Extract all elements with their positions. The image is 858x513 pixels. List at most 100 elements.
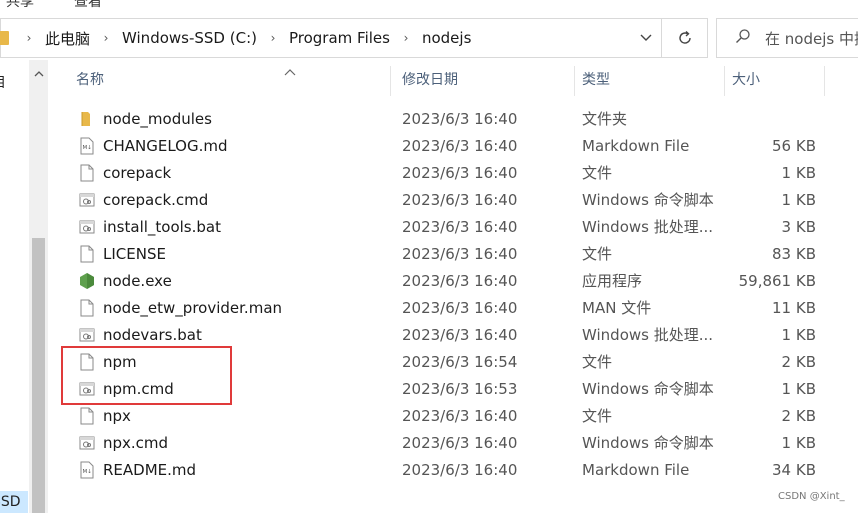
table-row[interactable]: M↓ CHANGELOG.md 2023/6/3 16:40 Markdown … — [60, 133, 858, 160]
file-icon — [79, 245, 95, 263]
file-size: 1 KB — [781, 164, 816, 182]
file-date: 2023/6/3 16:40 — [402, 137, 518, 155]
folder-icon — [0, 31, 9, 45]
chevron-right-icon[interactable]: › — [261, 31, 285, 45]
scrollbar-thumb[interactable] — [32, 238, 45, 513]
menu-view[interactable]: 查看 — [74, 0, 102, 10]
table-row[interactable]: npx 2023/6/3 16:40 文件 2 KB — [60, 403, 858, 430]
file-date: 2023/6/3 16:40 — [402, 326, 518, 344]
column-divider[interactable] — [574, 66, 575, 96]
file-type: 文件 — [582, 245, 613, 263]
file-type: Windows 命令脚本 — [582, 191, 714, 209]
chevron-down-icon[interactable] — [635, 28, 657, 48]
file-size: 11 KB — [772, 299, 816, 317]
file-name: npx — [103, 407, 131, 425]
table-row[interactable]: node_modules 2023/6/3 16:40 文件夹 — [60, 106, 858, 133]
file-name: install_tools.bat — [103, 218, 221, 236]
chevron-right-icon[interactable]: › — [394, 31, 418, 45]
table-row[interactable]: LICENSE 2023/6/3 16:40 文件 83 KB — [60, 241, 858, 268]
file-type: Markdown File — [582, 461, 690, 479]
file-date: 2023/6/3 16:54 — [402, 353, 518, 371]
breadcrumb-item[interactable]: Windows-SSD (C:) — [118, 29, 261, 47]
table-row[interactable]: corepack.cmd 2023/6/3 16:40 Windows 命令脚本… — [60, 187, 858, 214]
file-size: 3 KB — [781, 218, 816, 236]
table-row[interactable]: node.exe 2023/6/3 16:40 应用程序 59,861 KB — [60, 268, 858, 295]
file-date: 2023/6/3 16:40 — [402, 245, 518, 263]
file-size: 56 KB — [772, 137, 816, 155]
file-name: node_etw_provider.man — [103, 299, 283, 317]
search-icon — [735, 28, 751, 48]
scroll-up-icon[interactable] — [29, 66, 48, 82]
menu-share[interactable]: 共享 — [6, 0, 34, 10]
folder-icon — [79, 110, 95, 128]
column-divider[interactable] — [390, 66, 391, 96]
table-row[interactable]: M↓ README.md 2023/6/3 16:40 Markdown Fil… — [60, 457, 858, 484]
file-name: corepack — [103, 164, 172, 182]
file-type: 文件 — [582, 407, 613, 425]
refresh-icon[interactable] — [661, 19, 708, 57]
file-date: 2023/6/3 16:40 — [402, 164, 518, 182]
navigation-pane: 目 SSD — [0, 60, 28, 513]
file-date: 2023/6/3 16:40 — [402, 461, 518, 479]
column-size[interactable]: 大小 — [732, 62, 760, 98]
breadcrumb-item[interactable]: Program Files — [285, 29, 394, 47]
table-row[interactable]: install_tools.bat 2023/6/3 16:40 Windows… — [60, 214, 858, 241]
file-name: README.md — [103, 461, 197, 479]
nav-item[interactable]: 目 — [0, 72, 6, 92]
script-file-icon — [79, 191, 95, 209]
highlight-annotation-box — [61, 346, 232, 405]
column-header: 名称 修改日期 类型 大小 — [60, 62, 858, 98]
file-date: 2023/6/3 16:40 — [402, 110, 518, 128]
file-date: 2023/6/3 16:40 — [402, 218, 518, 236]
table-row[interactable]: npx.cmd 2023/6/3 16:40 Windows 命令脚本 1 KB — [60, 430, 858, 457]
table-row[interactable]: node_etw_provider.man 2023/6/3 16:40 MAN… — [60, 295, 858, 322]
file-type: 应用程序 — [582, 272, 643, 290]
file-size: 59,861 KB — [738, 272, 816, 290]
file-size: 34 KB — [772, 461, 816, 479]
address-bar[interactable]: › 此电脑 › Windows-SSD (C:) › Program Files… — [0, 18, 708, 58]
script-file-icon — [79, 218, 95, 236]
column-name[interactable]: 名称 — [76, 62, 104, 98]
column-divider[interactable] — [824, 66, 825, 96]
file-icon — [79, 407, 95, 425]
markdown-file-icon: M↓ — [79, 461, 95, 479]
nav-item-selected[interactable]: SSD — [0, 491, 28, 513]
markdown-file-icon: M↓ — [79, 137, 95, 155]
file-type: Windows 命令脚本 — [582, 434, 714, 452]
file-type: 文件夹 — [582, 110, 628, 128]
column-divider[interactable] — [724, 66, 725, 96]
column-date[interactable]: 修改日期 — [402, 62, 458, 98]
column-type[interactable]: 类型 — [582, 62, 610, 98]
file-type: Windows 批处理... — [582, 218, 714, 236]
file-name: npx.cmd — [103, 434, 169, 452]
breadcrumb-item[interactable]: 此电脑 — [41, 28, 94, 49]
file-name: node_modules — [103, 110, 212, 128]
file-type: 文件 — [582, 353, 613, 371]
chevron-right-icon[interactable]: › — [94, 31, 118, 45]
file-type: Windows 批处理... — [582, 326, 714, 344]
navigation-scrollbar[interactable] — [29, 60, 48, 513]
breadcrumb-item[interactable]: nodejs — [418, 29, 475, 47]
table-row[interactable]: nodevars.bat 2023/6/3 16:40 Windows 批处理.… — [60, 322, 858, 349]
file-icon — [79, 164, 95, 182]
nodejs-hexagon-icon — [79, 272, 95, 290]
script-file-icon — [79, 434, 95, 452]
search-input[interactable]: 在 nodejs 中搜 — [765, 28, 858, 49]
file-date: 2023/6/3 16:40 — [402, 191, 518, 209]
file-type: MAN 文件 — [582, 299, 652, 317]
table-row[interactable]: corepack 2023/6/3 16:40 文件 1 KB — [60, 160, 858, 187]
file-name: node.exe — [103, 272, 172, 290]
file-list: node_modules 2023/6/3 16:40 文件夹 M↓ CHANG… — [60, 106, 858, 484]
search-box[interactable]: 在 nodejs 中搜 — [716, 18, 858, 58]
svg-text:M↓: M↓ — [83, 144, 92, 151]
sort-ascending-icon — [284, 61, 296, 80]
file-size: 1 KB — [781, 326, 816, 344]
watermark: CSDN @Xint_ — [778, 491, 845, 502]
file-date: 2023/6/3 16:40 — [402, 407, 518, 425]
file-size: 1 KB — [781, 191, 816, 209]
file-icon — [79, 299, 95, 317]
file-size: 2 KB — [781, 407, 816, 425]
chevron-right-icon[interactable]: › — [17, 31, 41, 45]
file-name: LICENSE — [103, 245, 166, 263]
file-date: 2023/6/3 16:53 — [402, 380, 518, 398]
